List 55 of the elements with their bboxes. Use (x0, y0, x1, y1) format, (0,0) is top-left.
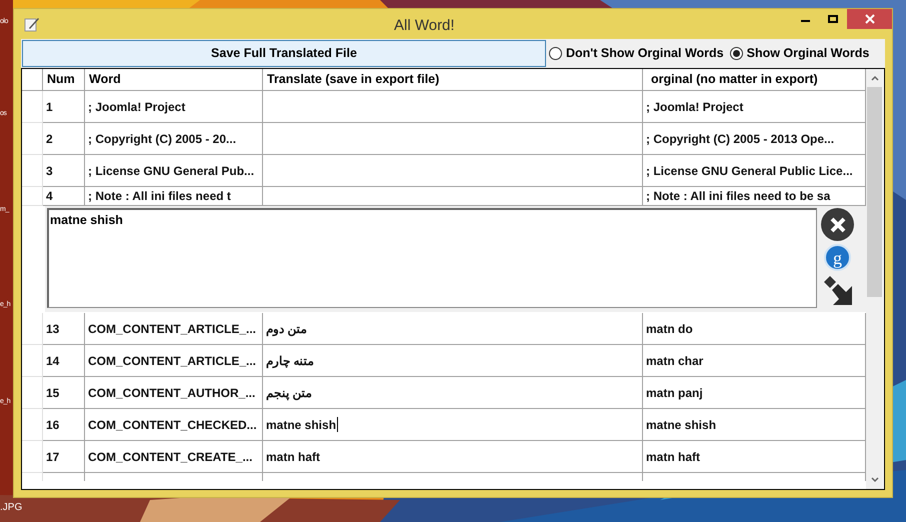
table-cell: 1 (43, 91, 85, 123)
scroll-thumb[interactable] (867, 87, 882, 297)
table-cell: ; Copyright (C) 2005 - 20... (85, 123, 263, 155)
row-header[interactable] (22, 377, 43, 409)
row-header[interactable] (22, 187, 43, 206)
table-cell[interactable]: matne shish (263, 409, 643, 441)
radio-label[interactable]: Show Orginal Words (746, 44, 870, 63)
column-header[interactable]: Word (85, 69, 263, 91)
close-icon (864, 14, 874, 24)
table-cell: 3 (43, 155, 85, 187)
table-cell[interactable]: متن دوم (263, 313, 643, 345)
column-header[interactable]: Translate (save in export file) (263, 69, 643, 91)
table-cell: 14 (43, 345, 85, 377)
minimize-icon (800, 20, 810, 22)
close-icon[interactable] (821, 208, 854, 241)
table-cell: 17 (43, 441, 85, 473)
notepad-icon (24, 16, 40, 32)
row-header[interactable] (22, 345, 43, 377)
table-cell: COM_CONTENT_ARTICLE_... (85, 345, 263, 377)
row-header[interactable] (22, 123, 43, 155)
row-header[interactable] (22, 155, 43, 187)
arrow-icon[interactable] (822, 274, 854, 306)
table-cell: COM_CONTENT_CREATE_... (85, 441, 263, 473)
table-cell[interactable]: matn haft (263, 441, 643, 473)
translation-input[interactable]: matne shish (47, 208, 817, 308)
table-cell: 13 (43, 313, 85, 345)
table-cell[interactable] (263, 123, 643, 155)
table-cell: ; Joomla! Project (85, 91, 263, 123)
close-button[interactable] (847, 9, 892, 29)
row-header[interactable] (22, 441, 43, 473)
table-cell: ; License GNU General Pub... (85, 155, 263, 187)
radio-button[interactable] (730, 47, 743, 60)
table-cell[interactable]: متنه چارم (263, 345, 643, 377)
table-cell: COM_CONTENT_AUTHOR_... (85, 377, 263, 409)
save-button[interactable]: Save Full Translated File (22, 40, 546, 67)
column-header[interactable]: Num (43, 69, 85, 91)
table-cell: COM_CONTENT_CHECKED... (85, 409, 263, 441)
column-header[interactable]: orginal (no matter in export) (643, 69, 866, 91)
table-cell[interactable]: متن پنجم (263, 377, 643, 409)
table-cell: 16 (43, 409, 85, 441)
row-header[interactable] (22, 409, 43, 441)
radio-label[interactable]: Don't Show Orginal Words (566, 44, 724, 63)
maximize-icon (828, 15, 838, 23)
scrollbar[interactable] (866, 69, 883, 489)
row-header[interactable] (22, 91, 43, 123)
table-cell: 2 (43, 123, 85, 155)
table-cell[interactable] (263, 91, 643, 123)
radio-button[interactable] (549, 47, 562, 60)
window-title: All Word! (394, 16, 455, 36)
desktop-icon-label[interactable]: .JPG (0, 503, 22, 513)
row-header[interactable] (22, 313, 43, 345)
table-cell: COM_CONTENT_ARTICLE_... (85, 313, 263, 345)
table-cell[interactable] (263, 155, 643, 187)
translate-button[interactable]: g (824, 244, 851, 271)
table-cell: 15 (43, 377, 85, 409)
